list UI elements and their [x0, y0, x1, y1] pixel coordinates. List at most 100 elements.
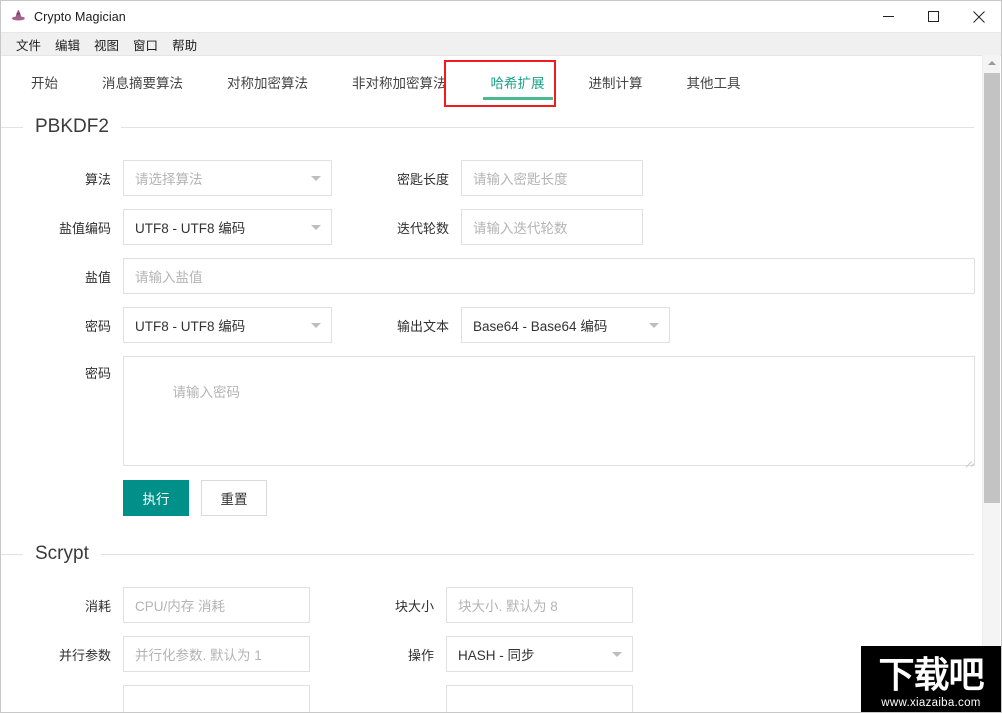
password-textarea[interactable]: 请输入密码 — [123, 356, 975, 466]
tab-bar: 开始 消息摘要算法 对称加密算法 非对称加密算法 哈希扩展 进制计算 其他工具 — [1, 56, 982, 108]
field-salt: 盐值 请输入盐值 — [1, 258, 975, 294]
salt-encoding-select-value: UTF8 - UTF8 编码 — [135, 217, 245, 237]
pbkdf2-button-row: 执行 重置 — [123, 480, 982, 516]
chevron-up-icon — [988, 61, 996, 65]
tab-label: 其他工具 — [687, 72, 741, 92]
pbkdf2-row-password: 密码 请输入密码 — [1, 356, 982, 466]
algorithm-select[interactable]: 请选择算法 — [123, 160, 332, 196]
menu-item-view[interactable]: 视图 — [87, 33, 126, 56]
label-operation: 操作 — [372, 645, 446, 664]
chevron-down-icon — [311, 323, 321, 328]
iterations-input-value: 请输入迭代轮数 — [473, 217, 568, 237]
execute-button[interactable]: 执行 — [123, 480, 189, 516]
tab-label: 开始 — [31, 72, 58, 92]
watermark-title: 下载吧 — [878, 656, 983, 696]
tab-message-digest[interactable]: 消息摘要算法 — [80, 56, 205, 107]
menu-bar: 文件 编辑 视图 窗口 帮助 — [1, 33, 1001, 56]
parallel-input[interactable]: 并行化参数. 默认为 1 — [123, 636, 310, 672]
label-key-length: 密匙长度 — [371, 169, 461, 188]
content-area: PBKDF2 算法 请选择算法 密匙长度 请输入密匙长度 — [1, 107, 982, 713]
watermark: 下载吧 www.xiazaiba.com — [861, 646, 1001, 712]
group-dash — [1, 127, 23, 128]
password-encoding-select[interactable]: UTF8 - UTF8 编码 — [123, 307, 332, 343]
output-text-select-value: Base64 - Base64 编码 — [473, 315, 607, 335]
block-size-input[interactable]: 块大小. 默认为 8 — [446, 587, 633, 623]
vertical-scrollbar[interactable] — [982, 55, 1000, 711]
salt-input[interactable]: 请输入盐值 — [123, 258, 975, 294]
algorithm-select-value: 请选择算法 — [135, 168, 203, 188]
tab-label: 哈希扩展 — [491, 72, 545, 92]
app-window: Crypto Magician 文件 编辑 视图 窗口 帮助 开始 消息摘要算法 — [0, 0, 1002, 713]
maximize-button[interactable] — [911, 1, 956, 32]
chevron-down-icon — [649, 323, 659, 328]
menu-item-file[interactable]: 文件 — [9, 33, 48, 56]
title-bar: Crypto Magician — [1, 1, 1001, 33]
label-salt-encoding: 盐值编码 — [1, 218, 123, 237]
minimize-button[interactable] — [866, 1, 911, 32]
tab-radix-calculation[interactable]: 进制计算 — [567, 56, 665, 107]
tab-start[interactable]: 开始 — [9, 56, 80, 107]
scrypt-row-parallel: 并行参数 并行化参数. 默认为 1 操作 HASH - 同步 — [1, 636, 982, 672]
group-line — [121, 127, 974, 128]
chevron-down-icon — [311, 176, 321, 181]
key-length-input[interactable]: 请输入密匙长度 — [461, 160, 643, 196]
menu-item-help[interactable]: 帮助 — [165, 33, 204, 56]
label-algorithm: 算法 — [1, 169, 123, 188]
salt-input-value: 请输入盐值 — [135, 266, 203, 286]
scrypt-group-header: Scrypt — [1, 534, 982, 574]
scrypt-row-cost: 消耗 CPU/内存 消耗 块大小 块大小. 默认为 8 — [1, 587, 982, 623]
label-output-text: 输出文本 — [371, 316, 461, 335]
salt-encoding-select[interactable]: UTF8 - UTF8 编码 — [123, 209, 332, 245]
chevron-down-icon — [612, 652, 622, 657]
tab-label: 对称加密算法 — [227, 72, 308, 92]
reset-button[interactable]: 重置 — [201, 480, 267, 516]
tab-asymmetric-encryption[interactable]: 非对称加密算法 — [330, 56, 469, 107]
wizard-hat-icon — [10, 8, 27, 25]
tab-label: 非对称加密算法 — [352, 72, 447, 92]
tab-active-underline — [483, 97, 553, 100]
label-cost: 消耗 — [1, 596, 123, 615]
pbkdf2-group-header: PBKDF2 — [1, 107, 982, 147]
field-salt-encoding: 盐值编码 UTF8 - UTF8 编码 — [1, 209, 332, 245]
tab-symmetric-encryption[interactable]: 对称加密算法 — [205, 56, 330, 107]
field-block-size: 块大小 块大小. 默认为 8 — [372, 587, 633, 623]
menu-item-window[interactable]: 窗口 — [126, 33, 165, 56]
tab-label: 进制计算 — [589, 72, 643, 92]
cost-input-value: CPU/内存 消耗 — [135, 595, 225, 615]
field-key-length: 密匙长度 请输入密匙长度 — [371, 160, 643, 196]
field-password-encoding: 密码 UTF8 - UTF8 编码 — [1, 307, 332, 343]
menu-item-edit[interactable]: 编辑 — [48, 33, 87, 56]
parallel-input-value: 并行化参数. 默认为 1 — [135, 644, 262, 664]
field-iterations: 迭代轮数 请输入迭代轮数 — [371, 209, 643, 245]
group-line — [101, 554, 974, 555]
execute-button-label: 执行 — [143, 488, 170, 508]
output-text-select[interactable]: Base64 - Base64 编码 — [461, 307, 670, 343]
field-cost: 消耗 CPU/内存 消耗 — [1, 587, 310, 623]
partial-left-input[interactable] — [123, 685, 310, 713]
pbkdf2-row-salt-encoding: 盐值编码 UTF8 - UTF8 编码 迭代轮数 请输入迭代轮数 — [1, 209, 982, 245]
title-bar-left: Crypto Magician — [1, 8, 126, 25]
password-encoding-select-value: UTF8 - UTF8 编码 — [135, 315, 245, 335]
label-password: 密码 — [1, 356, 123, 392]
pbkdf2-row-password-encoding: 密码 UTF8 - UTF8 编码 输出文本 Base64 - Base64 编… — [1, 307, 982, 343]
label-salt: 盐值 — [1, 267, 123, 286]
field-partial-left — [1, 685, 310, 713]
block-size-input-value: 块大小. 默认为 8 — [458, 595, 558, 615]
pbkdf2-row-algorithm: 算法 请选择算法 密匙长度 请输入密匙长度 — [1, 160, 982, 196]
key-length-input-value: 请输入密匙长度 — [473, 168, 568, 188]
resize-grip-icon[interactable] — [963, 454, 972, 463]
scroll-up-button[interactable] — [983, 55, 1000, 71]
tab-other-tools[interactable]: 其他工具 — [665, 56, 763, 107]
pbkdf2-row-salt: 盐值 请输入盐值 — [1, 258, 982, 294]
tab-hash-extension[interactable]: 哈希扩展 — [469, 56, 567, 107]
field-parallel: 并行参数 并行化参数. 默认为 1 — [1, 636, 310, 672]
partial-right-input[interactable] — [446, 685, 633, 713]
scrollbar-thumb[interactable] — [984, 73, 1000, 503]
label-iterations: 迭代轮数 — [371, 218, 461, 237]
cost-input[interactable]: CPU/内存 消耗 — [123, 587, 310, 623]
iterations-input[interactable]: 请输入迭代轮数 — [461, 209, 643, 245]
operation-select[interactable]: HASH - 同步 — [446, 636, 633, 672]
scrypt-group-title: Scrypt — [23, 543, 101, 565]
close-button[interactable] — [956, 1, 1001, 32]
label-parallel: 并行参数 — [1, 645, 123, 664]
